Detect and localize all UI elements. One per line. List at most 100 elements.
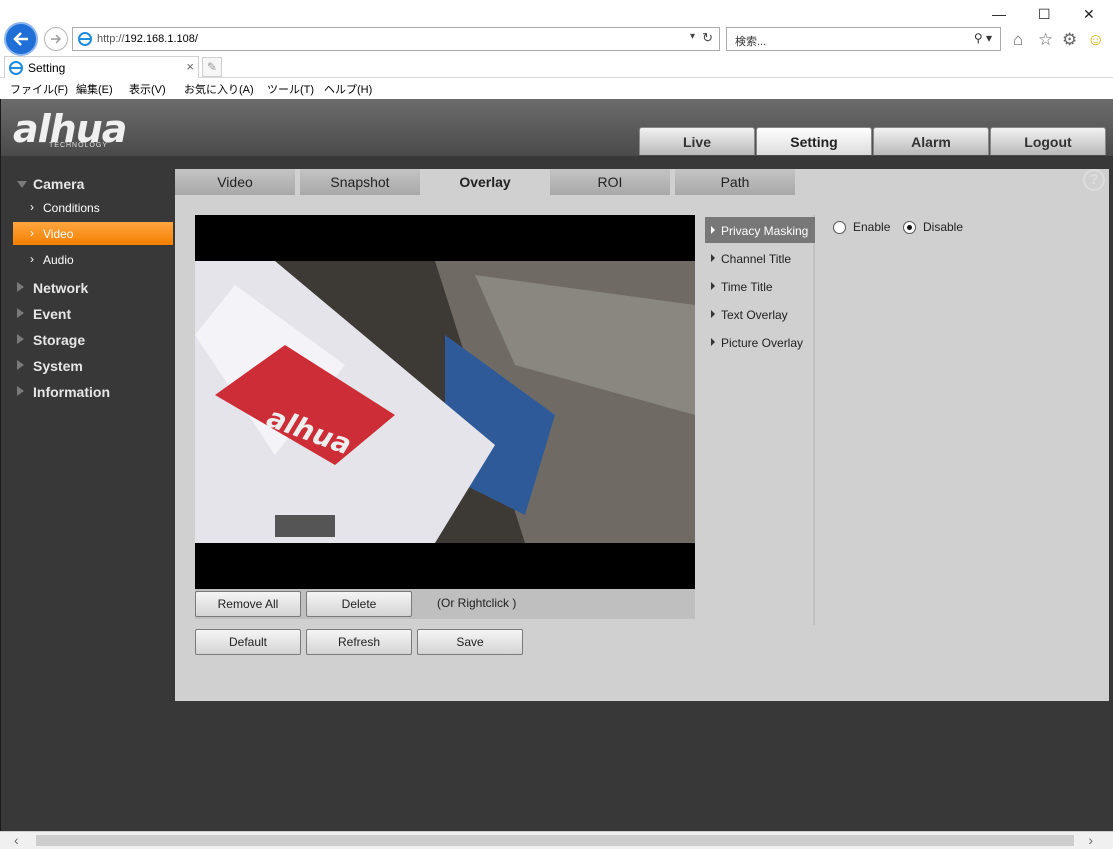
sidebar-item-network[interactable]: Network (1, 276, 175, 300)
triangle-right-icon (17, 386, 24, 396)
camera-feed-image: alhua (195, 215, 695, 589)
triangle-down-icon (17, 181, 27, 188)
sidebar-item-label: System (33, 358, 83, 374)
sidebar: Camera › Conditions › Video › Audio Netw… (1, 156, 175, 831)
submenu-label: Picture Overlay (721, 336, 804, 350)
horizontal-scrollbar[interactable]: ‹ › (0, 831, 1113, 849)
menu-view[interactable]: 表示(V) (129, 81, 166, 97)
nav-logout[interactable]: Logout (990, 127, 1106, 155)
submenu-text-overlay[interactable]: Text Overlay (705, 301, 815, 327)
submenu-label: Time Title (721, 280, 773, 294)
triangle-right-icon (711, 310, 715, 318)
triangle-right-icon (711, 282, 715, 290)
sidebar-item-system[interactable]: System (1, 354, 175, 378)
help-icon[interactable]: ? (1083, 169, 1105, 191)
sidebar-item-storage[interactable]: Storage (1, 328, 175, 352)
chevron-right-icon: › (30, 252, 34, 266)
chevron-right-icon: › (30, 200, 34, 214)
triangle-right-icon (711, 338, 715, 346)
save-button[interactable]: Save (417, 629, 523, 655)
default-button[interactable]: Default (195, 629, 301, 655)
maximize-icon[interactable]: ☐ (1038, 6, 1051, 23)
logo-subtitle: TECHNOLOGY (49, 142, 109, 149)
submenu-channel-title[interactable]: Channel Title (705, 245, 815, 271)
tab-snapshot[interactable]: Snapshot (300, 169, 420, 195)
refresh-button[interactable]: Refresh (306, 629, 412, 655)
disable-radio[interactable] (903, 221, 916, 234)
tab-path[interactable]: Path (675, 169, 795, 195)
tab-video[interactable]: Video (175, 169, 295, 195)
content-panel: Video Snapshot Overlay ROI Path alhua Re… (175, 169, 1109, 701)
overlay-submenu: Privacy Masking Channel Title Time Title… (705, 215, 815, 625)
new-tab-icon[interactable]: ✎ (202, 57, 222, 77)
smiley-icon[interactable]: ☺ (1087, 30, 1104, 50)
enable-label[interactable]: Enable (853, 220, 890, 234)
disable-label[interactable]: Disable (923, 220, 963, 234)
sidebar-item-camera[interactable]: Camera (1, 172, 175, 196)
arrow-left-icon (13, 32, 28, 46)
ie-logo-icon (78, 32, 92, 46)
address-bar[interactable]: http://192.168.1.108/ ▾ ↻ (72, 27, 720, 51)
nav-setting[interactable]: Setting (756, 127, 872, 155)
remove-all-button[interactable]: Remove All (195, 591, 301, 617)
nav-alarm[interactable]: Alarm (873, 127, 989, 155)
sidebar-item-event[interactable]: Event (1, 302, 175, 326)
chevron-right-icon: › (30, 226, 34, 240)
menu-file[interactable]: ファイル(F) (10, 81, 68, 97)
app-header: alhua TECHNOLOGY Live Setting Alarm Logo… (1, 99, 1113, 156)
menu-favorites[interactable]: お気に入り(A) (184, 81, 254, 97)
submenu-label: Text Overlay (721, 308, 788, 322)
triangle-right-icon (711, 254, 715, 262)
triangle-right-icon (711, 226, 715, 234)
sidebar-item-label: Conditions (43, 201, 100, 215)
sidebar-item-label: Information (33, 384, 110, 400)
search-placeholder: 検索... (735, 36, 767, 48)
browser-titlebar: http://192.168.1.108/ ▾ ↻ 検索... ⚲ ▾ — ☐ … (0, 0, 1113, 56)
menu-help[interactable]: ヘルプ(H) (324, 81, 372, 97)
nav-live[interactable]: Live (639, 127, 755, 155)
sidebar-item-label: Camera (33, 176, 85, 192)
sidebar-item-video[interactable]: › Video (13, 222, 173, 245)
ie-logo-icon (9, 61, 23, 75)
submenu-time-title[interactable]: Time Title (705, 273, 815, 299)
scroll-right-icon[interactable]: › (1088, 832, 1093, 848)
arrow-right-icon (51, 34, 61, 44)
back-button[interactable] (4, 22, 38, 56)
sidebar-item-information[interactable]: Information (1, 380, 175, 404)
scrollbar-thumb[interactable] (36, 835, 1074, 846)
browser-tab-row: Setting × ✎ (0, 56, 1113, 78)
address-dropdown-icon[interactable]: ▾ (690, 31, 695, 42)
sidebar-item-audio[interactable]: › Audio (13, 248, 173, 271)
tab-overlay[interactable]: Overlay (425, 169, 545, 195)
sidebar-item-label: Audio (43, 253, 74, 267)
sidebar-item-conditions[interactable]: › Conditions (13, 196, 173, 219)
favorites-star-icon[interactable]: ☆ (1038, 30, 1053, 50)
home-icon[interactable]: ⌂ (1013, 30, 1023, 50)
menu-edit[interactable]: 編集(E) (76, 81, 113, 97)
tab-close-icon[interactable]: × (186, 59, 194, 74)
gear-icon[interactable]: ⚙ (1062, 30, 1077, 50)
search-icon[interactable]: ⚲ ▾ (974, 31, 992, 45)
triangle-right-icon (17, 282, 24, 292)
address-url: http://192.168.1.108/ (97, 33, 198, 45)
tab-roi[interactable]: ROI (550, 169, 670, 195)
browser-tab-title: Setting (28, 61, 66, 75)
submenu-privacy-masking[interactable]: Privacy Masking (705, 217, 815, 243)
search-box[interactable]: 検索... ⚲ ▾ (726, 27, 1001, 51)
video-button-bar: Remove All Delete (Or Rightclick ) (195, 589, 695, 619)
sidebar-item-label: Storage (33, 332, 86, 348)
enable-radio[interactable] (833, 221, 846, 234)
rightclick-hint: (Or Rightclick ) (437, 596, 517, 610)
menu-tools[interactable]: ツール(T) (267, 81, 314, 97)
browser-tab[interactable]: Setting × (4, 56, 199, 78)
video-preview[interactable]: alhua (195, 215, 695, 589)
minimize-icon[interactable]: — (992, 6, 1006, 22)
close-icon[interactable]: ✕ (1083, 6, 1095, 23)
triangle-right-icon (17, 334, 24, 344)
delete-button[interactable]: Delete (306, 591, 412, 617)
forward-button[interactable] (44, 27, 68, 51)
submenu-picture-overlay[interactable]: Picture Overlay (705, 329, 815, 355)
scroll-left-icon[interactable]: ‹ (14, 832, 19, 848)
refresh-icon[interactable]: ↻ (702, 30, 713, 46)
submenu-label: Privacy Masking (721, 224, 809, 238)
